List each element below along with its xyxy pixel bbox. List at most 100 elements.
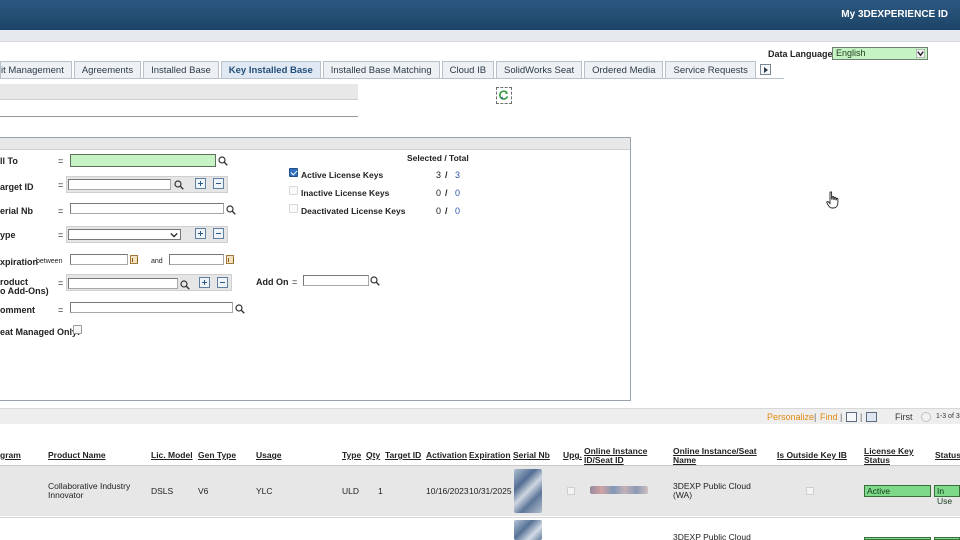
license-key-status-pill: Active [864,485,931,497]
info-strip-band [0,84,358,100]
tab-label: Key Installed Base [228,64,313,76]
active-license-keys-label: Active License Keys [301,170,384,180]
tab-installed-base[interactable]: Installed Base [143,61,219,78]
tab-account-management[interactable]: it Management [0,61,72,78]
remove-target-id-button[interactable] [213,178,224,189]
tab-ordered-media[interactable]: Ordered Media [584,61,664,78]
comment-input[interactable] [70,302,233,313]
column-gen-type[interactable]: Gen Type [198,451,236,460]
previous-page-icon[interactable] [921,412,931,422]
cell-qty: 1 [378,486,383,496]
column-lic-model[interactable]: Lic. Model [151,451,193,460]
tab-service-requests[interactable]: Service Requests [665,61,756,78]
refresh-button[interactable] [496,87,512,104]
between-label: between [36,258,63,265]
export-icon[interactable] [846,412,857,422]
search-icon[interactable] [370,276,380,286]
column-program[interactable]: gram [0,451,21,460]
toolbar-separator: | [814,412,817,422]
column-outside-key-ib[interactable]: Is Outside Key IB [777,451,847,460]
deactivated-total-count[interactable]: 0 [455,206,460,216]
cell-usage: YLC [256,486,273,496]
inactive-license-keys-checkbox[interactable] [289,186,298,195]
column-product-name[interactable]: Product Name [48,451,106,460]
more-tabs-arrow-icon[interactable] [759,64,771,75]
column-online-instance-l2[interactable]: ID/Seat ID [584,456,624,465]
tab-solidworks-seat[interactable]: SolidWorks Seat [496,61,583,78]
column-target-id[interactable]: Target ID [385,451,421,460]
type-select[interactable] [68,229,181,240]
equals-sign: = [292,277,298,287]
equals-sign: = [58,206,64,216]
column-qty[interactable]: Qty [366,451,380,460]
data-language-select[interactable]: English [832,47,928,60]
column-expiration[interactable]: Expiration [469,451,511,460]
tab-label: SolidWorks Seat [504,64,575,76]
calendar-icon[interactable] [130,255,138,264]
tab-label: Agreements [81,64,134,76]
cell-seat-name-l2: (WA) [673,490,693,500]
column-status[interactable]: Status [935,451,960,460]
inactive-selected-count: 0 [436,188,442,198]
add-product-button[interactable] [199,277,210,288]
target-id-input[interactable] [68,179,171,190]
expiration-to-input[interactable] [169,254,224,265]
tab-key-installed-base[interactable]: Key Installed Base [220,61,321,78]
find-link[interactable]: Find [820,412,838,422]
tab-cloud-ib[interactable]: Cloud IB [441,61,495,78]
calendar-icon[interactable] [226,255,234,264]
top-header-bar: My 3DEXPERIENCE ID [0,0,960,30]
chevron-down-icon [170,232,178,238]
add-type-button[interactable] [195,228,206,239]
add-target-id-button[interactable] [195,178,206,189]
personalize-link[interactable]: Personalize [767,412,814,422]
serial-nb-input[interactable] [70,203,224,214]
column-activation[interactable]: Activation [426,451,467,460]
tab-agreements[interactable]: Agreements [73,61,142,78]
seat-managed-label: eat Managed Only: [0,327,81,337]
cell-seat-name: 3DEXP Public Cloud [673,532,751,540]
column-license-key-status-l2[interactable]: Status [864,456,890,465]
search-icon[interactable] [180,280,190,290]
deactivated-license-keys-checkbox[interactable] [289,204,298,213]
equals-sign: = [58,180,64,190]
tab-label: Ordered Media [592,64,656,76]
my-3dexperience-id-link[interactable]: My 3DEXPERIENCE ID [841,9,948,20]
active-total-count[interactable]: 3 [455,170,460,180]
tab-underline [0,78,784,79]
column-upg[interactable]: Upg. [563,451,582,460]
count-separator: / [445,170,448,180]
tab-installed-base-matching[interactable]: Installed Base Matching [322,61,440,78]
inactive-total-count[interactable]: 0 [455,188,460,198]
upgrade-checkbox[interactable] [567,487,575,495]
deactivated-selected-count: 0 [436,206,442,216]
cell-activation: 10/16/2023 [426,486,469,496]
remove-type-button[interactable] [213,228,224,239]
search-icon[interactable] [218,156,228,166]
column-online-seat-name-l2[interactable]: Name [673,456,696,465]
column-type[interactable]: Type [342,451,361,460]
table-settings-icon[interactable] [866,412,877,422]
search-icon[interactable] [174,180,184,190]
inactive-license-keys-label: Inactive License Keys [301,188,390,198]
tab-label: it Management [1,64,64,76]
toolbar-separator: | [860,412,863,422]
product-input[interactable] [68,278,178,289]
sold-to-input[interactable] [70,154,216,167]
first-page-link[interactable]: First [895,412,913,422]
column-serial-nb[interactable]: Serial Nb [513,451,550,460]
column-usage[interactable]: Usage [256,451,282,460]
equals-sign: = [58,156,64,166]
table-row[interactable] [0,517,960,540]
product-label-addons: o Add-Ons) [0,286,49,296]
equals-sign: = [58,230,64,240]
outside-key-ib-checkbox [806,487,814,495]
add-on-input[interactable] [303,275,369,286]
search-icon[interactable] [235,304,245,314]
search-icon[interactable] [226,205,236,215]
expiration-from-input[interactable] [70,254,128,265]
active-license-keys-checkbox[interactable] [289,168,298,177]
remove-product-button[interactable] [217,277,228,288]
seat-managed-checkbox[interactable] [73,325,82,334]
info-strip [0,84,358,117]
